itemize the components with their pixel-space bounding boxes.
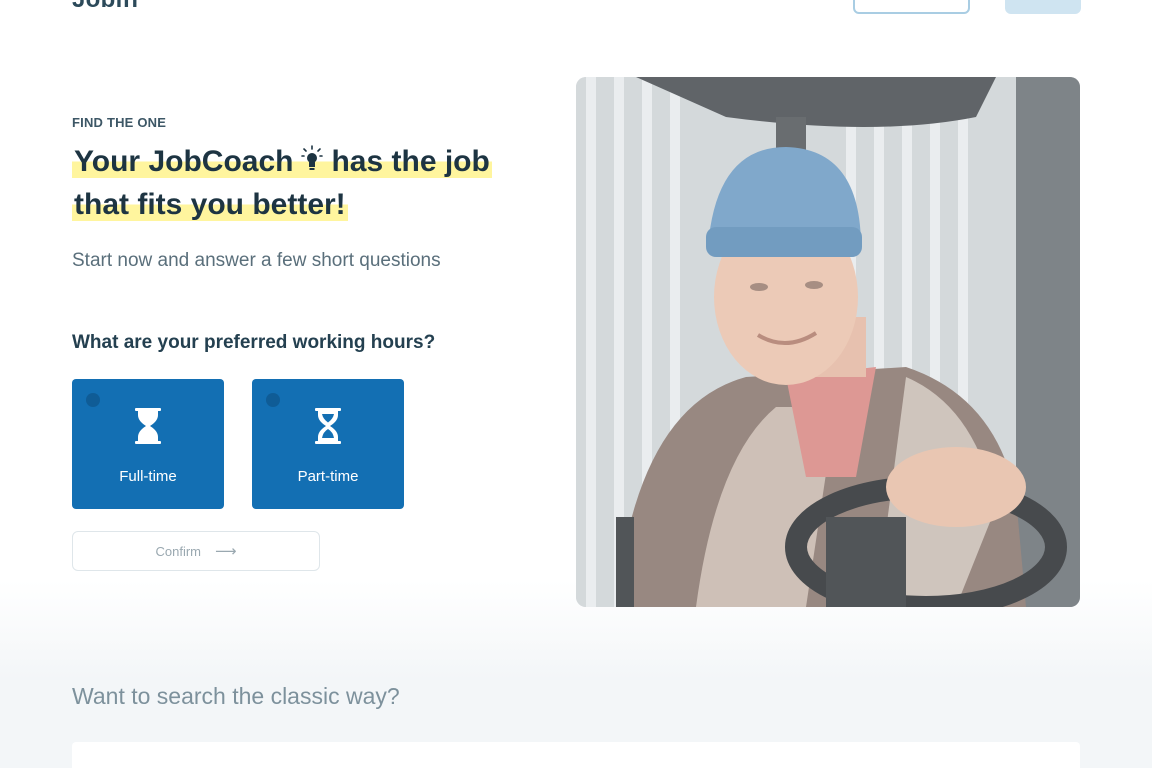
question-title: What are your preferred working hours? <box>72 332 436 353</box>
header-secondary-button[interactable] <box>853 0 970 14</box>
headline-part-1: Your JobCoach <box>72 145 296 178</box>
page-title: Your JobCoach has the job that fits you … <box>72 140 492 226</box>
classic-search-panel <box>72 742 1080 768</box>
option-part-time[interactable]: Part-time <box>252 379 404 509</box>
header-login-button[interactable] <box>1005 0 1081 14</box>
option-label: Full-time <box>119 468 177 485</box>
hero-subtitle: Start now and answer a few short questio… <box>72 250 441 271</box>
classic-search-title: Want to search the classic way? <box>72 683 400 709</box>
headline-part-3: that fits you better! <box>72 188 348 221</box>
radio-indicator <box>266 393 280 407</box>
hero-photo <box>576 77 1080 607</box>
eyebrow-label: FIND THE ONE <box>72 115 167 130</box>
hero-photo-illustration <box>576 77 1080 607</box>
confirm-button[interactable]: Confirm ⟶ <box>72 531 320 571</box>
headline-part-2: has the job <box>329 145 492 178</box>
hourglass-full-icon <box>135 408 161 444</box>
confirm-label: Confirm <box>155 543 201 559</box>
hourglass-half-icon <box>315 408 341 444</box>
option-label: Part-time <box>297 468 359 485</box>
logo[interactable]: Jobiff <box>72 0 139 14</box>
radio-indicator <box>86 393 100 407</box>
lightbulb-icon <box>301 145 324 170</box>
arrow-right-icon: ⟶ <box>215 543 237 560</box>
option-full-time[interactable]: Full-time <box>72 379 224 509</box>
